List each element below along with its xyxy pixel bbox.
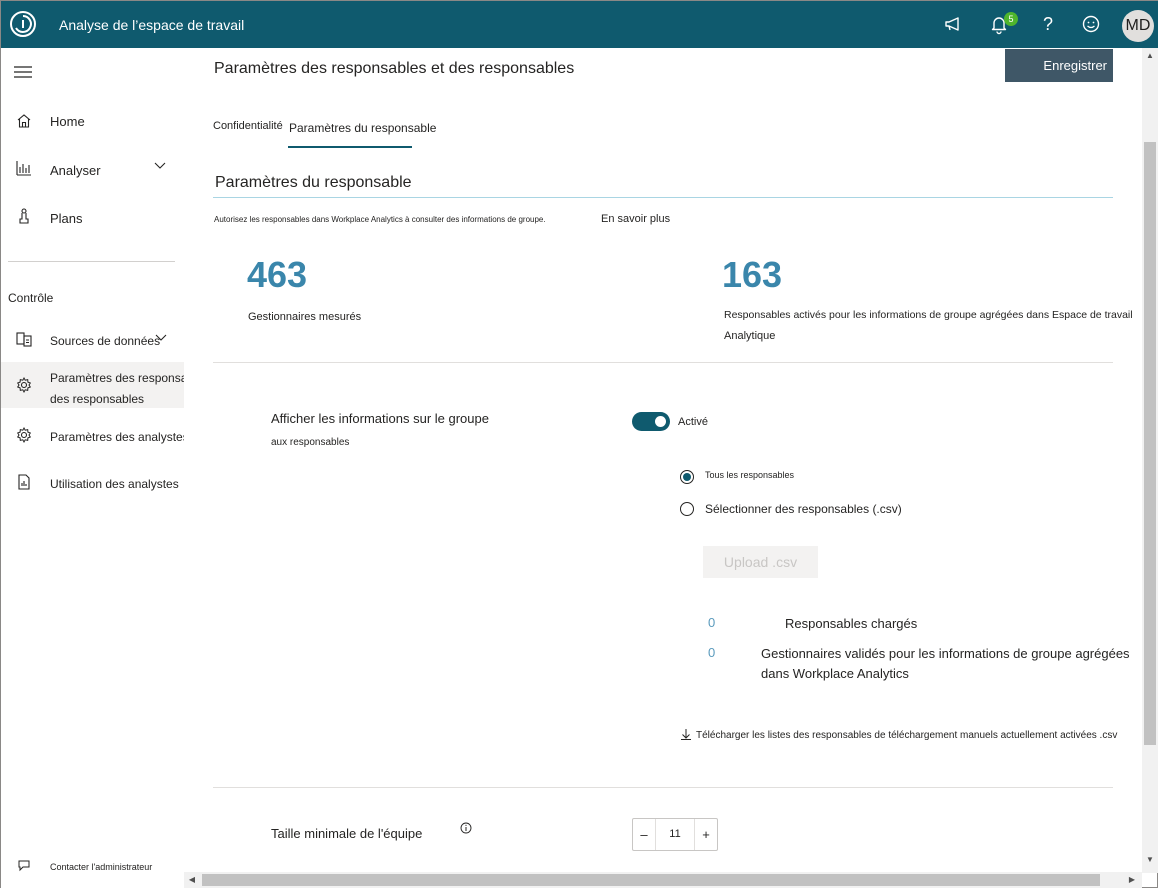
sidebar: Home Analyser Plans Contrôle Sources de … [1,48,223,888]
toggle-knob [655,416,666,427]
sidebar-item-label-line2: des responsables [50,392,145,406]
sidebar-item-analyst-usage[interactable]: Utilisation des analystes [1,473,184,497]
main-content: Paramètres des responsables et des respo… [184,48,1142,873]
scroll-up-arrow[interactable]: ▲ [1142,48,1158,64]
smiley-icon[interactable] [1080,13,1102,35]
group-insights-sublabel: aux responsables [271,437,350,448]
sidebar-item-label: Utilisation des analystes [50,477,179,491]
managers-enabled-label-line2: Analytique [724,330,776,342]
app-logo-icon[interactable] [9,10,37,38]
scroll-down-arrow[interactable]: ▼ [1142,852,1158,868]
section-title: Paramètres du responsable [215,174,412,191]
sidebar-divider [8,261,175,262]
bar-chart-icon [16,161,31,176]
help-icon[interactable]: ? [1037,14,1059,36]
sidebar-item-label: Sources de données [50,334,161,348]
chat-icon [18,860,30,872]
chevron-down-icon[interactable] [154,162,166,170]
validated-managers-label: Gestionnaires validés pour les informati… [761,646,1130,661]
sidebar-item-data-sources[interactable]: Sources de données [1,329,184,353]
contact-admin-link[interactable]: Contacter l'administrateur [1,858,184,878]
sidebar-item-label: Plans [50,211,83,226]
sidebar-item-label: Home [50,114,85,129]
group-insights-toggle[interactable] [632,412,670,431]
data-sources-icon [16,332,32,347]
download-csv-label: Télécharger les listes des responsables … [696,730,1118,741]
hamburger-menu-icon[interactable] [14,66,32,78]
horizontal-scroll-thumb[interactable] [202,874,1100,886]
vertical-scrollbar[interactable]: ▲ ▼ [1142,48,1158,873]
sidebar-item-manager-settings[interactable]: Paramètres des responsables et des respo… [1,362,223,408]
validated-managers-label-line2: dans Workplace Analytics [761,666,909,681]
scroll-left-arrow[interactable]: ◀ [184,872,200,888]
vertical-scroll-thumb[interactable] [1144,142,1156,745]
section-divider [213,197,1113,198]
radio-all-managers[interactable] [680,470,694,484]
sidebar-item-analyser[interactable]: Analyser [1,159,184,183]
home-icon [17,114,31,128]
active-tab-indicator [288,146,412,148]
sidebar-item-label: Paramètres des analystes [50,430,189,444]
contact-admin-label: Contacter l'administrateur [50,862,153,872]
managers-measured-count: 463 [247,254,308,295]
gear-icon [16,426,32,444]
sidebar-item-label: Analyser [50,163,101,178]
managers-measured-label: Gestionnaires mesurés [248,311,362,323]
upload-csv-button[interactable]: Upload .csv [703,546,818,578]
sidebar-item-analyst-settings[interactable]: Paramètres des analystes [1,426,189,450]
min-team-size-stepper[interactable]: – 11 + [632,818,718,851]
top-app-bar: Analyse de l’espace de travail 5 ? MD [1,1,1158,48]
section-description: Autorisez les responsables dans Workplac… [214,215,546,224]
managers-enabled-count: 163 [722,254,783,295]
plans-icon [19,208,29,224]
info-icon[interactable] [460,822,472,834]
sidebar-item-plans[interactable]: Plans [1,207,184,231]
sidebar-item-home[interactable]: Home [1,110,184,134]
radio-select-managers[interactable] [680,502,694,516]
min-team-size-label: Taille minimale de l'équipe [271,826,423,841]
group-insights-label: Afficher les informations sur le groupe [271,411,489,426]
sidebar-section-label: Contrôle [8,291,54,305]
download-icon [681,729,691,740]
tab-manager-settings[interactable]: Paramètres du responsable [289,121,436,135]
app-title: Analyse de l’espace de travail [59,17,245,33]
scroll-right-arrow[interactable]: ▶ [1124,872,1140,888]
megaphone-icon[interactable] [943,13,965,35]
save-button[interactable]: Enregistrer [1005,49,1113,82]
increment-button[interactable]: + [695,819,717,850]
notification-count-badge: 5 [1004,12,1018,26]
validated-managers-count: 0 [708,645,716,660]
uploaded-managers-label: Responsables chargés [785,616,918,631]
divider [213,362,1113,363]
report-icon [18,474,30,490]
horizontal-scrollbar[interactable]: ◀ ▶ [184,872,1142,888]
gear-icon [16,376,32,394]
min-team-size-value[interactable]: 11 [655,819,695,850]
uploaded-managers-count: 0 [708,615,716,630]
user-avatar[interactable]: MD [1122,10,1154,42]
managers-enabled-label: Responsables activés pour les informatio… [724,309,1133,321]
toggle-state-label: Activé [678,416,708,428]
learn-more-link[interactable]: En savoir plus [601,213,670,225]
divider [213,787,1113,788]
download-csv-link[interactable]: Télécharger les listes des responsables … [680,728,1117,741]
decrement-button[interactable]: – [633,819,655,850]
chevron-down-icon[interactable] [155,334,167,342]
tab-confidentialite[interactable]: Confidentialité [213,120,283,132]
page-title: Paramètres des responsables et des respo… [214,60,575,77]
radio-select-managers-label[interactable]: Sélectionner des responsables (.csv) [705,502,902,516]
radio-all-managers-label[interactable]: Tous les responsables [705,470,794,480]
